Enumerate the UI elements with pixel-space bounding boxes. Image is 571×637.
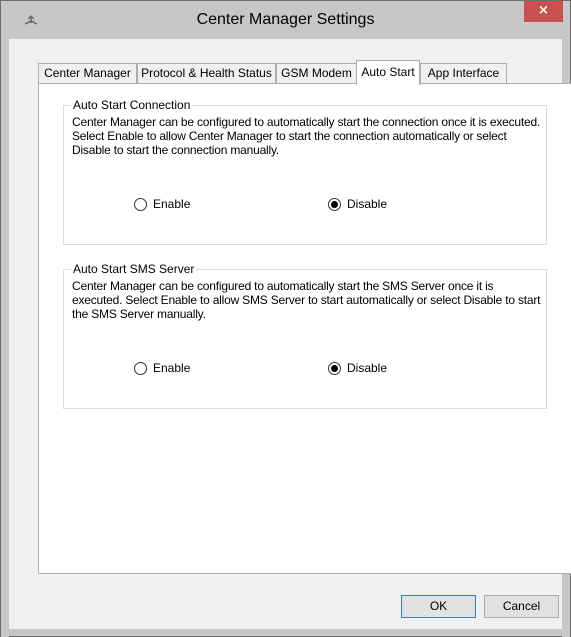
tab-protocol-health-status[interactable]: Protocol & Health Status [137, 63, 276, 84]
auto-start-sms-group: Auto Start SMS Server Center Manager can… [63, 262, 547, 409]
cancel-button[interactable]: Cancel [484, 595, 559, 618]
close-button[interactable]: × [524, 1, 563, 22]
sms-disable-radio[interactable]: Disable [328, 360, 387, 376]
group-title: Auto Start Connection [71, 98, 193, 112]
radio-label: Disable [347, 197, 388, 211]
tab-label: Auto Start [361, 65, 415, 79]
auto-start-connection-group: Auto Start Connection Center Manager can… [63, 98, 547, 245]
window-border-bottom [1, 628, 570, 636]
group-title: Auto Start SMS Server [71, 262, 197, 276]
group-description: Center Manager can be configured to auto… [72, 279, 541, 321]
tab-center-manager[interactable]: Center Manager [38, 63, 137, 84]
group-description: Center Manager can be configured to auto… [72, 115, 541, 157]
radio-label: Disable [347, 361, 388, 375]
connection-enable-radio[interactable]: Enable [134, 196, 190, 212]
sms-enable-radio[interactable]: Enable [134, 360, 190, 376]
tab-gsm-modem[interactable]: GSM Modem [276, 63, 357, 84]
tab-app-interface[interactable]: App Interface [420, 63, 507, 84]
radio-circle[interactable] [134, 197, 147, 211]
window-title: Center Manager Settings [196, 11, 375, 28]
tab-label: GSM Modem [281, 66, 352, 80]
title-bar[interactable]: Center Manager Settings × [1, 1, 570, 39]
tab-auto-start[interactable]: Auto Start [356, 60, 420, 85]
tab-label: Center Manager [44, 66, 131, 80]
auto-start-panel: Auto Start Connection Center Manager can… [38, 83, 571, 574]
ok-button[interactable]: OK [401, 595, 476, 618]
radio-circle[interactable] [134, 361, 147, 375]
radio-circle-checked[interactable] [328, 361, 341, 375]
connection-disable-radio[interactable]: Disable [328, 196, 387, 212]
tab-label: App Interface [427, 66, 500, 80]
radio-label: Enable [153, 361, 191, 375]
radio-label: Enable [153, 197, 191, 211]
window-border-left [1, 39, 9, 637]
tab-label: Protocol & Health Status [141, 66, 272, 80]
close-icon: × [538, 3, 549, 18]
radio-circle-checked[interactable] [328, 197, 341, 211]
